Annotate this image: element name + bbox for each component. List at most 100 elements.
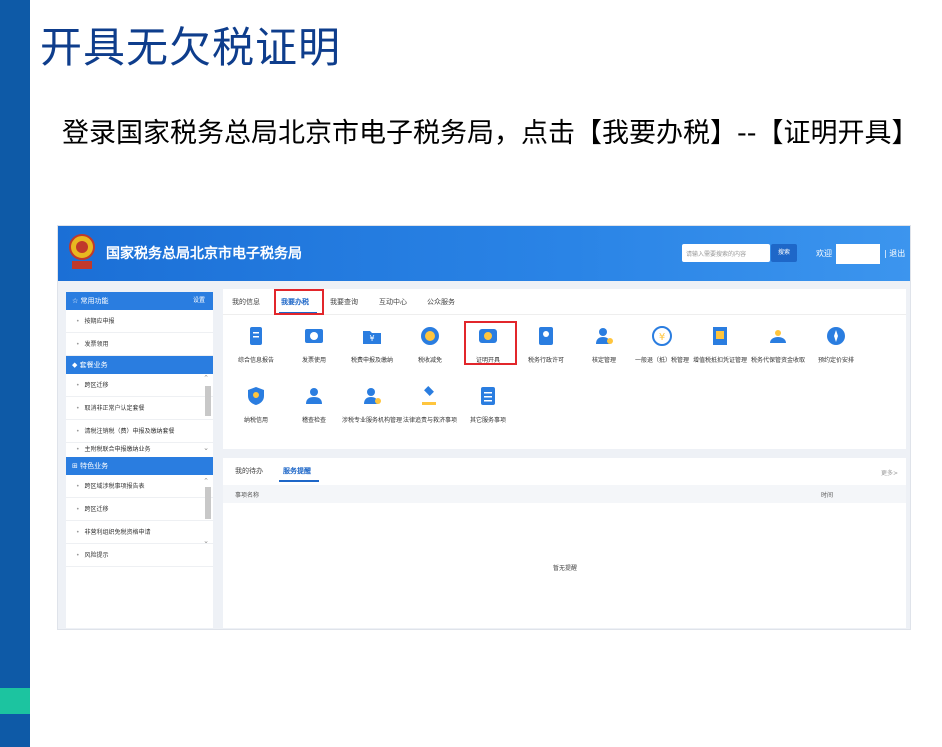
service-item-label: 税务行政许可 bbox=[527, 357, 564, 364]
service-item-label: 预约定价安排 bbox=[817, 357, 854, 364]
slide-body-text: 登录国家税务总局北京市电子税务局，点击【我要办税】--【证明开具】 bbox=[62, 118, 919, 149]
sidebar-item[interactable]: 主附税联合申报缴纳业务 bbox=[66, 443, 213, 457]
site-name: 国家税务总局北京市电子税务局 bbox=[106, 246, 302, 262]
special-list: 跨区域涉税事项报告表 跨区迁移 非营利组织免税资格申请 风险提示 ⌃ ⌄ bbox=[66, 475, 213, 567]
user-name-box[interactable] bbox=[836, 244, 880, 264]
left-sidebar: ☆ 常用功能 设置 按期应申报 发票领用 ◆ 套餐业务 跨区迁移 取消非正常户认… bbox=[66, 292, 213, 628]
slide-title: 开具无欠税证明 bbox=[40, 23, 342, 72]
service-item[interactable]: 增值税抵扣凭证管理 bbox=[689, 325, 751, 365]
sidebar-item[interactable]: 发票领用 bbox=[66, 333, 213, 356]
service-item-label: 增值税抵扣凭证管理 bbox=[692, 357, 747, 364]
coin-icon bbox=[421, 327, 439, 345]
report-icon bbox=[250, 327, 262, 345]
scroll-up-icon[interactable]: ⌃ bbox=[203, 477, 209, 485]
col-header-time: 时间 bbox=[821, 492, 834, 499]
slide-side-accent bbox=[0, 688, 30, 714]
sidebar-item[interactable]: 跨区迁移 bbox=[66, 374, 213, 397]
gavel-icon bbox=[422, 386, 436, 405]
service-item-label: 涉税专业服务机构管理 bbox=[341, 417, 402, 424]
tab-interaction[interactable]: 互动中心 bbox=[379, 297, 407, 307]
service-item[interactable]: 法律追责与救济事项 bbox=[399, 385, 461, 425]
tab-my-todo[interactable]: 我的待办 bbox=[235, 466, 263, 476]
todo-panel: 我的待办 服务提醒 更多> 事项名称 时间 暂无提醒 bbox=[223, 458, 906, 628]
invoice-icon bbox=[305, 329, 323, 343]
service-item[interactable]: 核定管理 bbox=[573, 325, 635, 365]
package-list: 跨区迁移 取消非正常户认定套餐 清税注销税（费）申报及缴纳套餐 主附税联合申报缴… bbox=[66, 374, 213, 457]
sidebar-header-special[interactable]: ⊞ 特色业务 bbox=[66, 457, 213, 475]
service-item-label: 发票使用 bbox=[301, 357, 326, 364]
portal-header: 国家税务总局北京市电子税务局 请输入需要搜索的内容 搜索 欢迎 | 退出 bbox=[58, 226, 910, 281]
service-item-label: 其它服务事项 bbox=[469, 417, 506, 424]
highlight-box-tab bbox=[274, 289, 324, 315]
sidebar-item[interactable]: 清税注销税（费）申报及缴纳套餐 bbox=[66, 420, 213, 443]
search-button[interactable]: 搜索 bbox=[771, 244, 797, 262]
service-item[interactable]: ¥ 税费申报及缴纳 bbox=[341, 325, 403, 365]
portal-screenshot: 国家税务总局北京市电子税务局 请输入需要搜索的内容 搜索 欢迎 | 退出 ☆ 常… bbox=[57, 225, 911, 630]
service-item[interactable]: ¥ 一般退（抵）税管理 bbox=[631, 325, 693, 365]
cube-icon: ◆ bbox=[72, 361, 80, 369]
svg-text:¥: ¥ bbox=[369, 334, 374, 343]
sidebar-settings-link[interactable]: 设置 bbox=[193, 292, 205, 310]
service-item-label: 综合信息报告 bbox=[237, 357, 274, 364]
scrollbar-thumb[interactable] bbox=[205, 386, 211, 416]
service-item-label: 税收减免 bbox=[417, 357, 442, 364]
scroll-down-icon[interactable]: ⌄ bbox=[203, 444, 209, 452]
sidebar-item[interactable]: 风险提示 bbox=[66, 544, 213, 567]
sidebar-item[interactable]: 非营利组织免税资格申请 bbox=[66, 521, 213, 544]
sidebar-item[interactable]: 取消非正常户认定套餐 bbox=[66, 397, 213, 420]
scrollbar-thumb[interactable] bbox=[205, 487, 211, 519]
national-emblem-icon bbox=[69, 234, 95, 269]
service-item[interactable]: 税务代保管资金收取 bbox=[747, 325, 809, 365]
agency-icon bbox=[364, 388, 381, 404]
refund-icon: ¥ bbox=[652, 326, 672, 346]
highlight-box-certificate bbox=[464, 321, 517, 365]
empty-state-text: 暂无提醒 bbox=[553, 565, 578, 572]
tab-service-reminder[interactable]: 服务提醒 bbox=[283, 466, 311, 476]
scroll-down-icon[interactable]: ⌄ bbox=[203, 537, 209, 545]
sidebar-header-label: 特色业务 bbox=[80, 462, 109, 470]
service-item-label: 稽查检查 bbox=[301, 417, 326, 424]
service-item[interactable]: 综合信息报告 bbox=[225, 325, 287, 365]
service-item[interactable]: 其它服务事项 bbox=[457, 385, 519, 425]
search-input[interactable]: 请输入需要搜索的内容 bbox=[682, 244, 770, 262]
sidebar-header-common[interactable]: ☆ 常用功能 设置 bbox=[66, 292, 213, 310]
main-tabs: 我的信息 我要办税 我要查询 互动中心 公众服务 bbox=[223, 289, 906, 315]
service-item[interactable]: 纳税信用 bbox=[225, 385, 287, 425]
service-item[interactable]: 涉税专业服务机构管理 bbox=[341, 385, 403, 425]
inspector-icon bbox=[306, 388, 322, 404]
license-icon bbox=[539, 327, 553, 345]
service-item[interactable]: 稽查检查 bbox=[283, 385, 345, 425]
grid-icon: ⊞ bbox=[72, 462, 81, 470]
sidebar-header-label: 常用功能 bbox=[80, 297, 109, 305]
list-icon bbox=[481, 387, 495, 405]
voucher-icon bbox=[713, 327, 727, 345]
service-item[interactable]: 税收减免 bbox=[399, 325, 461, 365]
sidebar-item[interactable]: 跨区迁移 bbox=[66, 498, 213, 521]
person-gear-icon bbox=[596, 328, 613, 344]
tab-my-info[interactable]: 我的信息 bbox=[232, 297, 260, 307]
scroll-up-icon[interactable]: ⌃ bbox=[203, 374, 209, 382]
service-item-label: 核定管理 bbox=[591, 357, 616, 364]
sidebar-item[interactable]: 跨区域涉税事项报告表 bbox=[66, 475, 213, 498]
sidebar-item[interactable]: 按期应申报 bbox=[66, 310, 213, 333]
service-item-label: 税务代保管资金收取 bbox=[750, 357, 805, 364]
money-bag-icon bbox=[770, 330, 786, 343]
sidebar-header-label: 套餐业务 bbox=[79, 361, 108, 369]
tab-query[interactable]: 我要查询 bbox=[330, 297, 358, 307]
service-item-label: 税费申报及缴纳 bbox=[350, 357, 393, 364]
credit-shield-icon bbox=[248, 387, 264, 405]
service-item[interactable]: 预约定价安排 bbox=[805, 325, 867, 365]
star-icon: ☆ bbox=[72, 297, 81, 305]
table-header: 事项名称 时间 bbox=[223, 485, 906, 503]
service-item-label: 纳税信用 bbox=[243, 417, 268, 424]
service-item[interactable]: 发票使用 bbox=[283, 325, 345, 365]
service-item-label: 一般退（抵）税管理 bbox=[634, 357, 689, 364]
service-item[interactable]: 税务行政许可 bbox=[515, 325, 577, 365]
tab-public-service[interactable]: 公众服务 bbox=[427, 297, 455, 307]
active-tab-underline bbox=[279, 480, 319, 482]
sidebar-header-package[interactable]: ◆ 套餐业务 bbox=[66, 356, 213, 374]
logout-link[interactable]: | 退出 bbox=[884, 248, 905, 259]
more-link[interactable]: 更多> bbox=[881, 468, 898, 477]
service-item-label: 法律追责与救济事项 bbox=[402, 417, 457, 424]
welcome-text: 欢迎 bbox=[816, 249, 832, 258]
